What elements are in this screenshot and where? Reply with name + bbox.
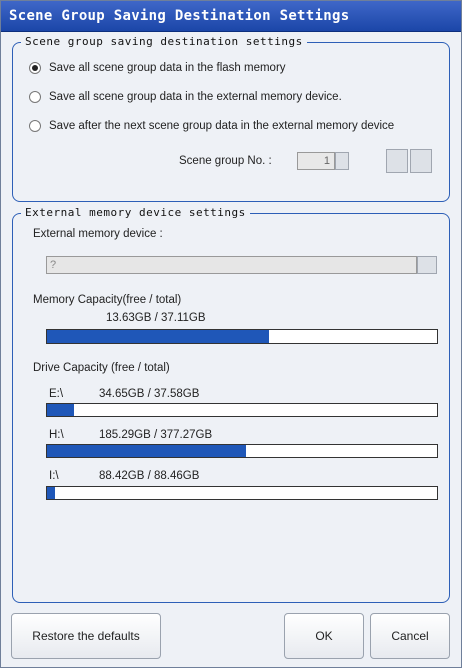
- radio-label: Save all scene group data in the flash m…: [49, 62, 286, 74]
- drive-name: I:\: [49, 470, 59, 482]
- drive-capacity-bar: [46, 444, 438, 458]
- scene-group-no-input[interactable]: 1: [297, 152, 335, 170]
- cancel-button[interactable]: Cancel: [370, 613, 450, 659]
- settings-window: Scene Group Saving Destination Settings …: [0, 0, 462, 668]
- radio-label: Save after the next scene group data in …: [49, 120, 395, 132]
- drive-capacity-value: 88.42GB / 88.46GB: [99, 470, 200, 482]
- external-memory-group: External memory device settings External…: [12, 206, 450, 603]
- drive-capacity-fill: [47, 404, 75, 416]
- ok-button[interactable]: OK: [284, 613, 364, 659]
- drive-capacity-bar: [46, 486, 438, 500]
- drive-capacity-label: Drive Capacity (free / total): [33, 362, 170, 374]
- drive-capacity-value: 34.65GB / 37.58GB: [99, 388, 200, 400]
- window-title: Scene Group Saving Destination Settings: [9, 8, 350, 24]
- scene-group-no-spin-button[interactable]: [335, 152, 349, 170]
- drive-capacity-fill: [47, 487, 55, 499]
- memory-capacity-value: 13.63GB / 37.11GB: [106, 312, 206, 324]
- radio-save-external[interactable]: Save all scene group data in the externa…: [29, 88, 342, 106]
- drive-capacity-fill: [47, 445, 246, 457]
- scene-group-prev-button[interactable]: [386, 149, 408, 173]
- memory-capacity-label: Memory Capacity(free / total): [33, 294, 182, 306]
- restore-defaults-button[interactable]: Restore the defaults: [11, 613, 161, 659]
- scene-group-next-button[interactable]: [410, 149, 432, 173]
- memory-capacity-bar: [46, 329, 438, 344]
- saving-destination-group: Scene group saving destination settings …: [12, 35, 450, 202]
- drive-name: E:\: [49, 388, 64, 400]
- radio-button-icon[interactable]: [29, 120, 41, 132]
- external-memory-legend: External memory device settings: [21, 206, 250, 219]
- drive-name: H:\: [49, 429, 64, 441]
- title-bar: Scene Group Saving Destination Settings: [1, 1, 461, 32]
- scene-group-no-label: Scene group No. :: [179, 155, 272, 167]
- radio-label: Save all scene group data in the externa…: [49, 91, 342, 103]
- radio-button-icon[interactable]: [29, 62, 41, 74]
- memory-capacity-fill: [47, 330, 270, 343]
- external-device-dropdown-button[interactable]: [417, 256, 437, 274]
- drive-capacity-bar: [46, 403, 438, 417]
- saving-destination-legend: Scene group saving destination settings: [21, 35, 307, 48]
- radio-save-flash[interactable]: Save all scene group data in the flash m…: [29, 59, 286, 77]
- drive-capacity-value: 185.29GB / 377.27GB: [99, 429, 213, 441]
- external-device-select[interactable]: ?: [46, 256, 417, 274]
- radio-save-after-next[interactable]: Save after the next scene group data in …: [29, 117, 394, 135]
- external-device-label: External memory device :: [33, 228, 163, 240]
- radio-button-icon[interactable]: [29, 91, 41, 103]
